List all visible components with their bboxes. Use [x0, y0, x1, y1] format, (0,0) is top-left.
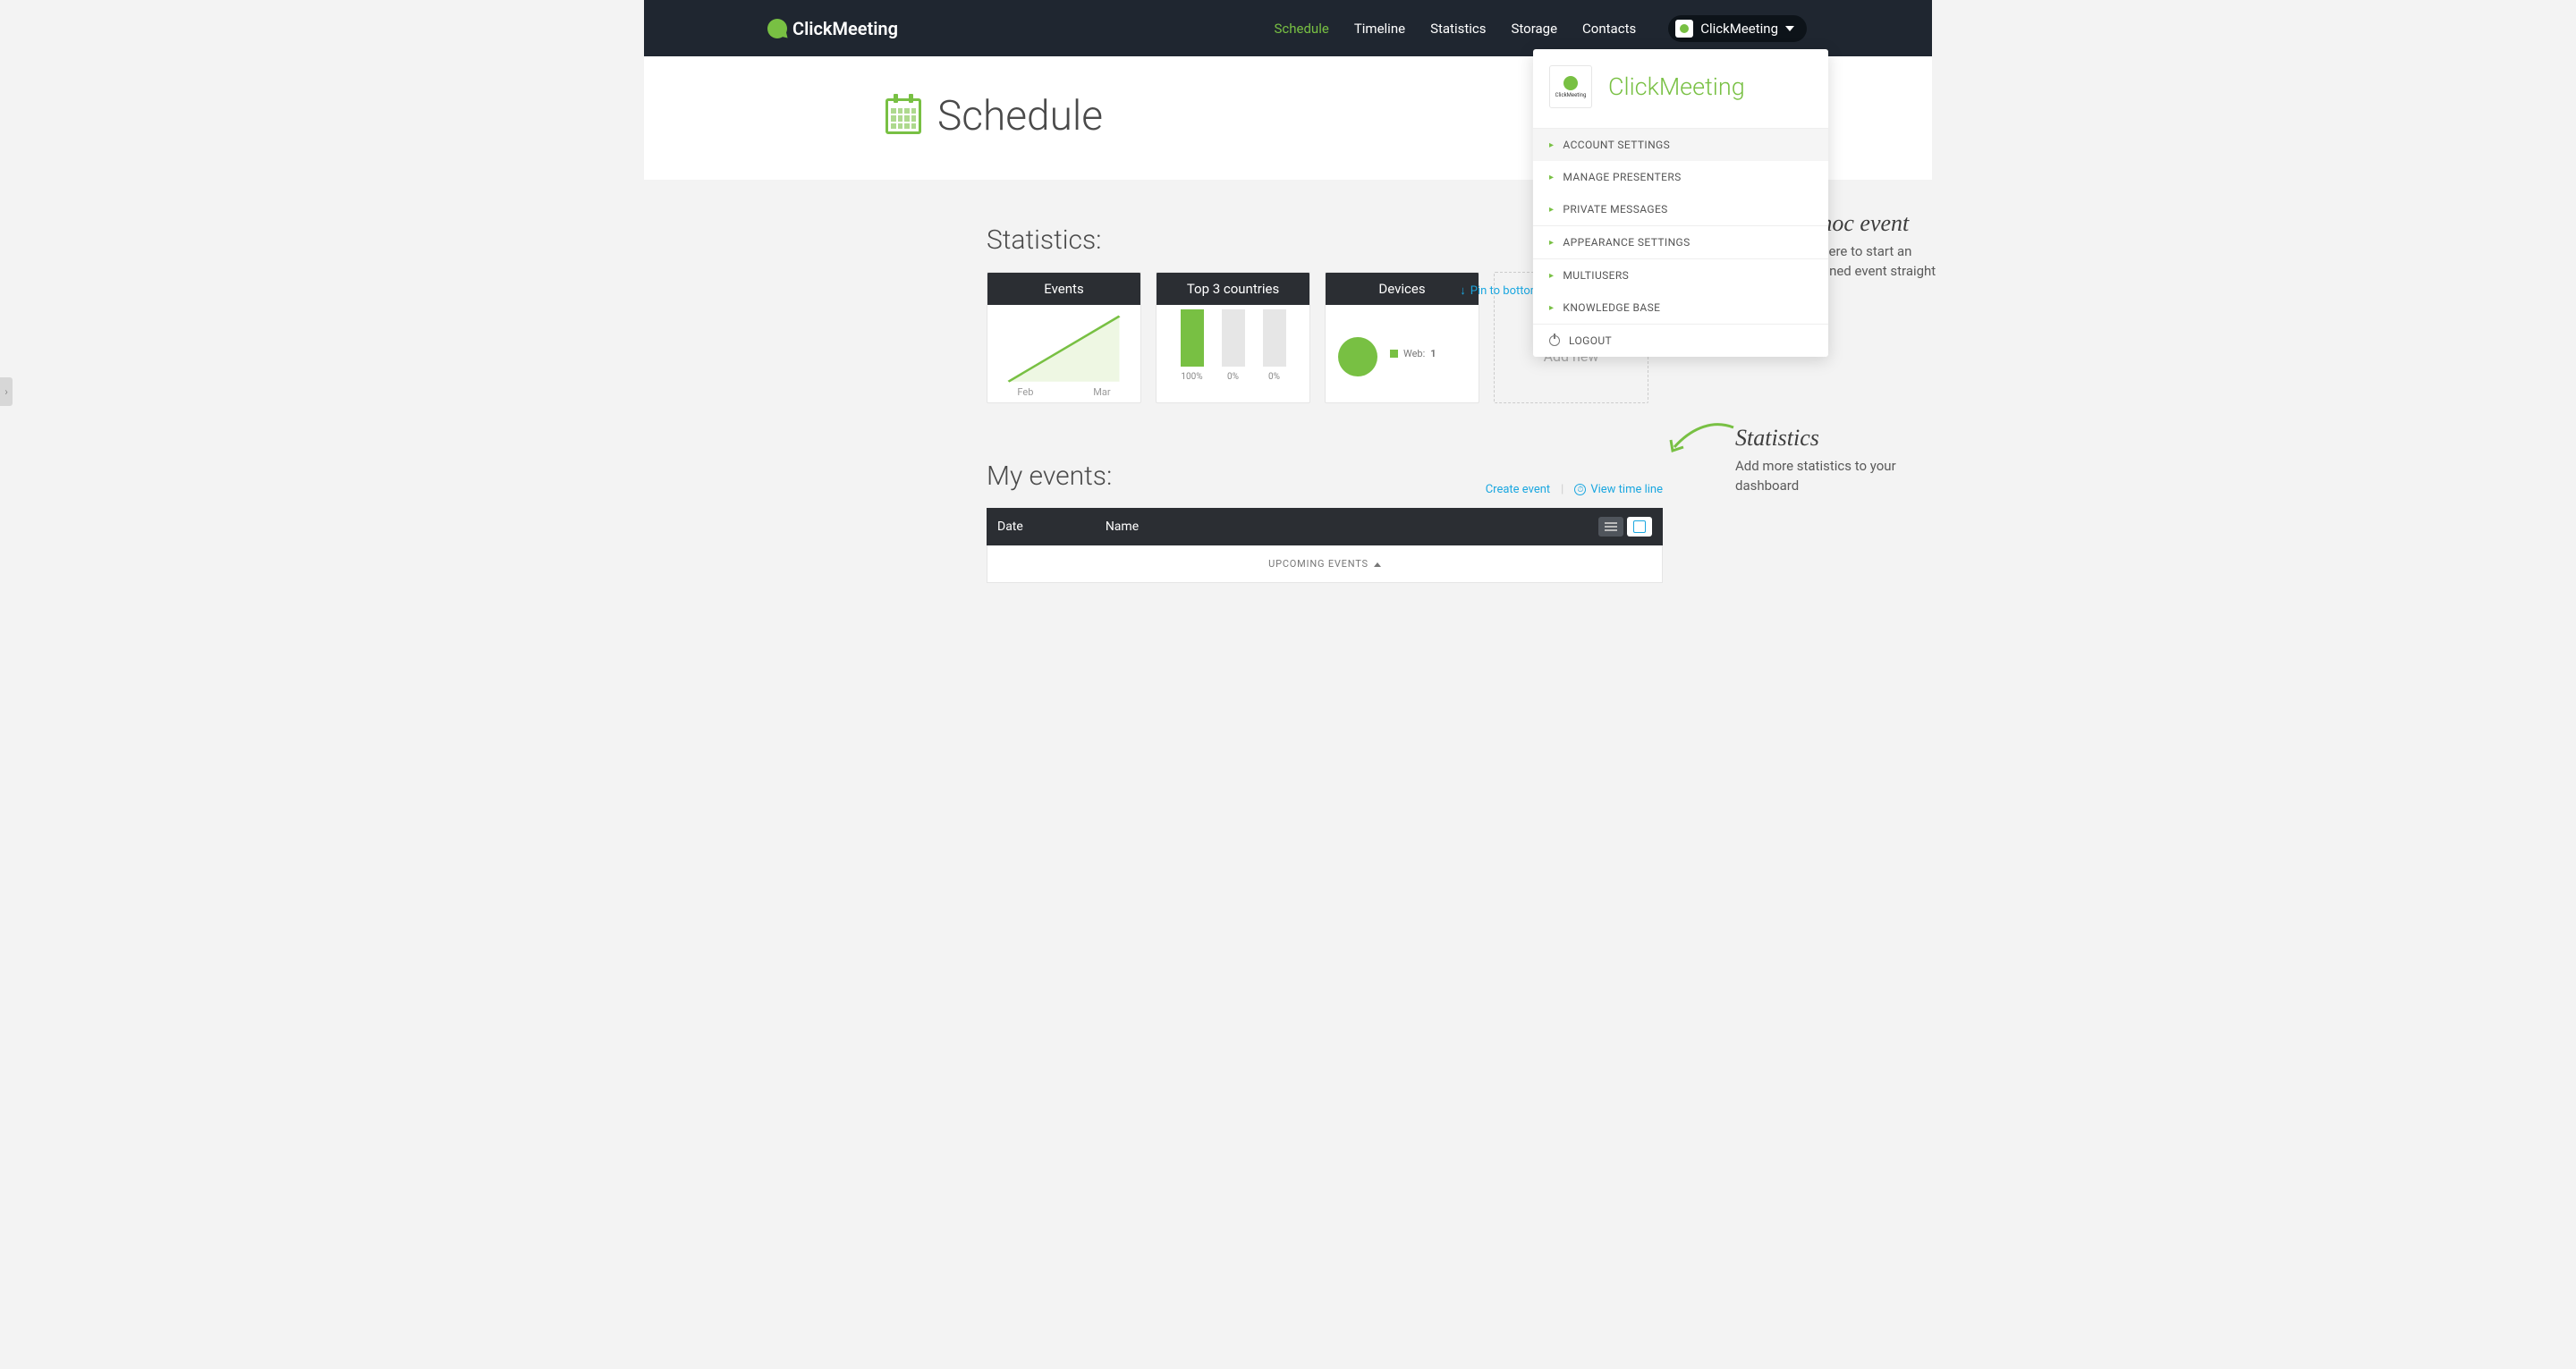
dd-knowledge-base[interactable]: ▸KNOWLEDGE BASE — [1533, 292, 1828, 324]
devices-legend: Web: 1 — [1390, 348, 1436, 359]
top-nav: ClickMeeting Schedule Timeline Statistic… — [644, 0, 1932, 56]
nav-statistics[interactable]: Statistics — [1430, 21, 1486, 37]
countries-bars: 100% 0% 0% — [1164, 316, 1302, 382]
nav-contacts[interactable]: Contacts — [1582, 21, 1636, 37]
nav-links: Schedule Timeline Statistics Storage Con… — [1275, 21, 1637, 37]
card-events-title: Events — [987, 273, 1140, 305]
events-toolbar: Create event | ⏱View time line — [1486, 483, 1663, 496]
x-label-feb: Feb — [1017, 386, 1033, 398]
arrow-right-icon: ▸ — [1549, 205, 1554, 215]
view-toggle — [1595, 517, 1652, 537]
arrow-down-icon: ↓ — [1460, 283, 1466, 298]
list-view-button[interactable] — [1598, 517, 1623, 537]
dd-private-messages[interactable]: ▸PRIVATE MESSAGES — [1533, 193, 1828, 225]
clock-icon: ⏱ — [1574, 484, 1586, 495]
arrow-right-icon: ▸ — [1549, 303, 1554, 313]
account-menu-button[interactable]: ClickMeeting — [1668, 15, 1807, 42]
callout-stats-body: Add more statistics to your dashboard — [1735, 457, 1914, 496]
devices-pie — [1338, 337, 1377, 376]
col-name: Name — [1106, 520, 1139, 534]
account-logo-icon — [1675, 20, 1693, 38]
upcoming-events-toggle[interactable]: UPCOMING EVENTS — [987, 545, 1663, 583]
dropdown-header: ClickMeeting ClickMeeting — [1533, 49, 1828, 128]
card-devices[interactable]: Devices Web: 1 — [1325, 272, 1479, 403]
create-event-link[interactable]: Create event — [1486, 483, 1550, 496]
dd-multiusers[interactable]: ▸MULTIUSERS — [1533, 259, 1828, 292]
nav-schedule[interactable]: Schedule — [1275, 21, 1329, 37]
account-dropdown: ClickMeeting ClickMeeting ▸ACCOUNT SETTI… — [1533, 49, 1828, 357]
events-chart — [995, 312, 1133, 384]
side-expand-tab[interactable]: › — [0, 377, 13, 406]
dropdown-logo-icon: ClickMeeting — [1549, 65, 1592, 108]
callout-stats: Statistics Add more statistics to your d… — [1735, 425, 1914, 496]
legend-swatch — [1390, 350, 1398, 358]
calendar-small-icon — [1633, 520, 1646, 533]
nav-timeline[interactable]: Timeline — [1354, 21, 1405, 37]
card-countries-title: Top 3 countries — [1157, 273, 1309, 305]
events-table-header: Date Name — [987, 508, 1663, 545]
dd-logout[interactable]: LOGOUT — [1533, 325, 1828, 357]
brand-mark-icon — [767, 19, 787, 38]
dropdown-title: ClickMeeting — [1608, 72, 1745, 101]
col-date: Date — [997, 520, 1023, 534]
brand-name: ClickMeeting — [792, 18, 898, 39]
card-events[interactable]: Events Feb Mar — [987, 272, 1141, 403]
callout-stats-title: Statistics — [1735, 425, 1914, 452]
list-icon — [1605, 522, 1617, 531]
dd-account-settings[interactable]: ▸ACCOUNT SETTINGS — [1533, 129, 1828, 161]
card-countries[interactable]: Top 3 countries 100% 0% 0% — [1156, 272, 1310, 403]
chevron-down-icon — [1785, 26, 1794, 31]
arrow-right-icon: ▸ — [1549, 173, 1554, 182]
arrow-right-icon: ▸ — [1549, 271, 1554, 281]
calendar-icon — [886, 98, 921, 134]
view-timeline-link[interactable]: ⏱View time line — [1574, 483, 1663, 496]
arrow-swoosh-icon — [1667, 420, 1737, 456]
calendar-view-button[interactable] — [1627, 517, 1652, 537]
page-title: Schedule — [886, 92, 1103, 140]
nav-storage[interactable]: Storage — [1511, 21, 1557, 37]
triangle-up-icon — [1374, 562, 1381, 567]
arrow-right-icon: ▸ — [1549, 140, 1554, 150]
dd-appearance-settings[interactable]: ▸APPEARANCE SETTINGS — [1533, 226, 1828, 258]
card-devices-title: Devices — [1326, 273, 1479, 305]
brand-logo[interactable]: ClickMeeting — [767, 18, 898, 39]
arrow-right-icon: ▸ — [1549, 238, 1554, 248]
x-label-mar: Mar — [1093, 386, 1110, 398]
power-icon — [1549, 335, 1560, 346]
account-label: ClickMeeting — [1700, 21, 1778, 37]
pin-to-bottom-link[interactable]: ↓Pin to bottom — [1460, 283, 1540, 298]
dd-manage-presenters[interactable]: ▸MANAGE PRESENTERS — [1533, 161, 1828, 193]
